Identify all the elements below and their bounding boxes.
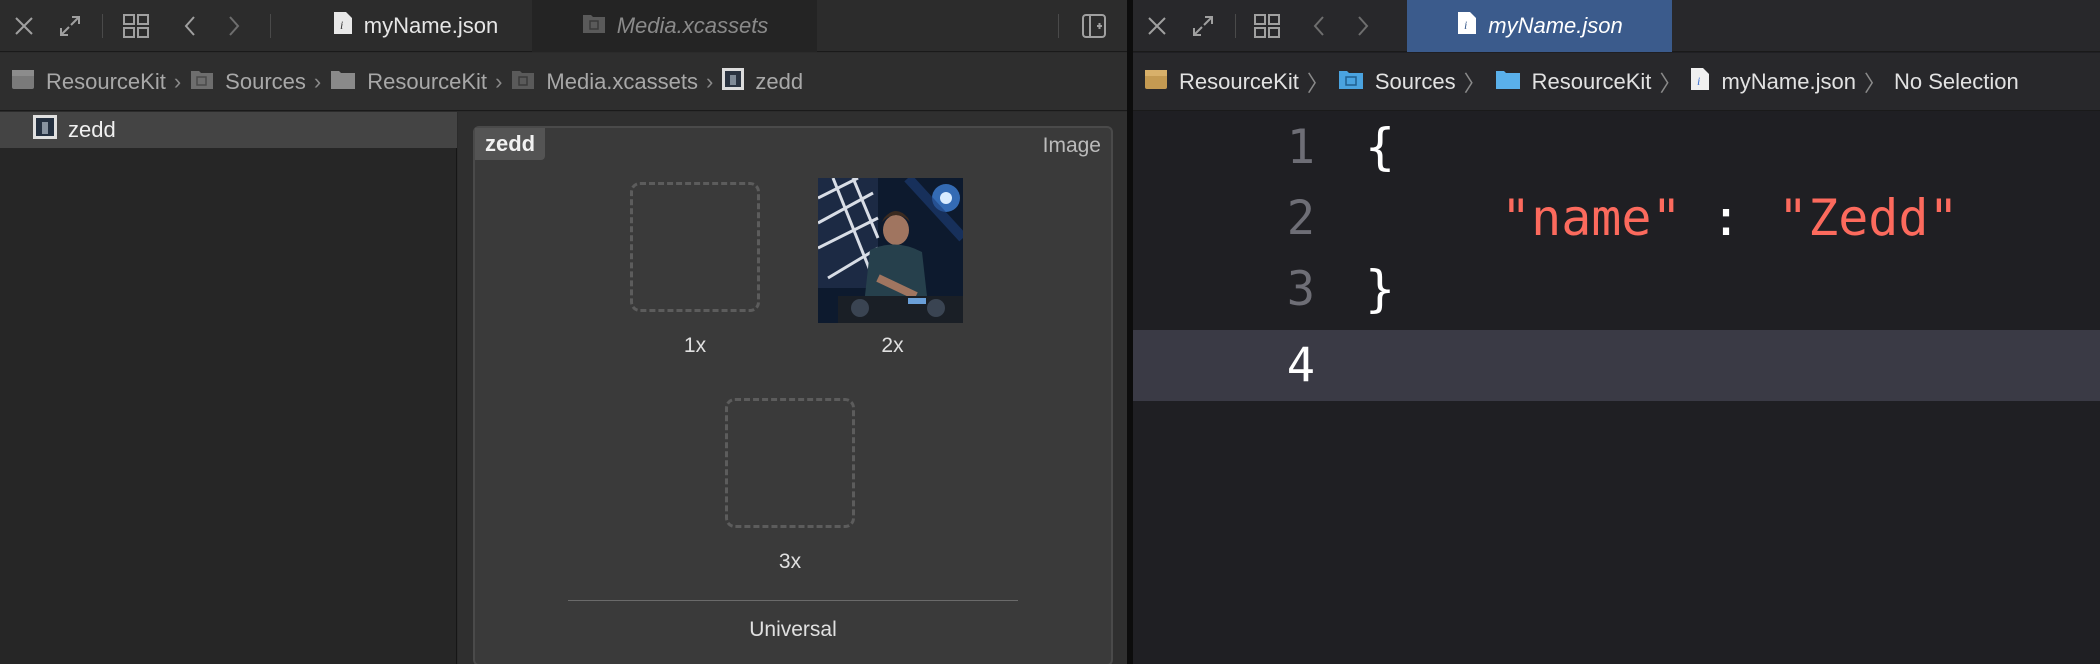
json-colon: :	[1711, 189, 1742, 247]
breadcrumb-label: ResourceKit	[1531, 68, 1652, 94]
breadcrumb-label: zedd	[755, 68, 804, 94]
expand-icon[interactable]	[1187, 10, 1219, 42]
breadcrumb-resourcekit-folder[interactable]: ResourceKit	[329, 67, 487, 97]
json-key: "name"	[1501, 189, 1682, 247]
breadcrumb-label: ResourceKit	[46, 68, 166, 94]
chevron-forward-icon[interactable]	[218, 10, 250, 42]
tab-label: Media.xcassets	[616, 13, 769, 38]
left-tab-bar: i myName.json Media.xcassets	[0, 0, 1127, 52]
breadcrumb-label: myName.json	[1721, 68, 1856, 94]
related-items-grid-icon[interactable]	[1251, 10, 1283, 42]
asset-list-sidebar: zedd	[0, 112, 457, 664]
chevron-right-icon: 〉	[1659, 70, 1682, 96]
image-set-panel: zedd Image 1x 2x 3x Universal	[473, 126, 1113, 664]
chevron-right-icon: ›	[313, 68, 322, 94]
breadcrumb-sources[interactable]: Sources	[1337, 67, 1456, 97]
image-set-type-label: Image	[1042, 134, 1101, 157]
line-number: 2	[1286, 191, 1315, 246]
code-text: {	[1365, 118, 1396, 176]
universal-divider	[568, 600, 1018, 601]
image-set-name[interactable]: zedd	[475, 128, 546, 160]
breadcrumb-no-selection[interactable]: No Selection	[1894, 69, 2019, 95]
breadcrumb-resourcekit-project[interactable]: ResourceKit	[1143, 67, 1299, 97]
left-jump-bar: ResourceKit › Sources › ResourceKit › Me…	[0, 53, 1127, 111]
breadcrumb-label: ResourceKit	[1179, 68, 1299, 94]
folder-group-icon	[189, 67, 215, 97]
breadcrumb-resourcekit-project[interactable]: ResourceKit	[10, 67, 166, 97]
folder-group-icon	[1337, 67, 1365, 97]
line-number: 3	[1286, 262, 1315, 317]
chevron-right-icon: 〉	[1863, 70, 1886, 96]
breadcrumb-media-xcassets[interactable]: Media.xcassets	[510, 67, 698, 97]
svg-text:i: i	[1697, 74, 1700, 88]
asset-list-item-label: zedd	[68, 117, 116, 142]
json-file-icon: i	[332, 10, 354, 42]
chevron-back-icon[interactable]	[1303, 10, 1335, 42]
breadcrumb-label: ResourceKit	[367, 68, 488, 94]
folder-icon	[329, 67, 357, 97]
chevron-right-icon: ›	[495, 68, 503, 94]
svg-text:i: i	[1464, 18, 1467, 32]
line-number: 1	[1286, 120, 1315, 175]
code-line-4-current: 4	[1133, 330, 2100, 401]
json-file-icon: i	[1689, 66, 1711, 98]
breadcrumb-label: Sources	[225, 68, 306, 94]
tab-label: myName.json	[1488, 13, 1623, 38]
chevron-right-icon: ›	[173, 68, 182, 94]
left-editor-pane: i myName.json Media.xcassets ResourceKit…	[0, 0, 1127, 664]
code-line-2: 2 "name" : "Zedd"	[1133, 183, 2100, 254]
folder-icon	[1494, 67, 1522, 97]
chevron-right-icon: 〉	[1463, 70, 1486, 96]
right-tab-bar: i myName.json	[1133, 0, 2100, 52]
breadcrumb-label: Media.xcassets	[546, 68, 699, 94]
code-line-3: 3 }	[1133, 254, 2100, 325]
chevron-right-icon: 〉	[1306, 70, 1329, 96]
project-icon	[10, 67, 36, 97]
image-set-icon	[721, 67, 745, 97]
breadcrumb-zedd[interactable]: zedd	[721, 67, 803, 97]
xcode-window: i myName.json Media.xcassets ResourceKit…	[0, 0, 2100, 664]
tab-label: myName.json	[363, 13, 499, 38]
slot-2x-label: 2x	[881, 334, 904, 357]
breadcrumb-myname-json[interactable]: i myName.json	[1689, 66, 1856, 98]
tab-myname-json-active[interactable]: i myName.json	[1407, 0, 1672, 52]
json-file-icon: i	[1456, 10, 1478, 42]
slot-2x-image-thumbnail[interactable]	[818, 178, 963, 323]
add-editor-icon[interactable]	[1078, 10, 1110, 42]
asset-catalog-icon	[510, 67, 536, 97]
right-editor-pane: i myName.json ResourceKit 〉 Sources 〉 Re…	[1133, 0, 2100, 664]
source-code-editor[interactable]: 1 { 2 "name" : "Zedd" 3 } 4	[1133, 112, 2100, 664]
json-value: "Zedd"	[1778, 189, 1959, 247]
code-line-1: 1 {	[1133, 112, 2100, 183]
slot-3x-label: 3x	[778, 550, 802, 573]
related-items-grid-icon[interactable]	[120, 10, 152, 42]
breadcrumb-resourcekit-folder[interactable]: ResourceKit	[1494, 67, 1652, 97]
chevron-back-icon[interactable]	[174, 10, 206, 42]
svg-text:i: i	[340, 18, 343, 32]
expand-icon[interactable]	[54, 10, 86, 42]
breadcrumb-sources[interactable]: Sources	[189, 67, 306, 97]
line-number: 4	[1286, 338, 1315, 393]
chevron-right-icon: ›	[706, 68, 714, 94]
tab-myname-json[interactable]: i myName.json	[300, 0, 530, 52]
breadcrumb-label: No Selection	[1893, 68, 2019, 94]
slot-3x-drop-well[interactable]	[725, 398, 855, 528]
right-jump-bar: ResourceKit 〉 Sources 〉 ResourceKit 〉 i …	[1133, 53, 2100, 111]
dj-photo-image	[818, 178, 963, 323]
asset-catalog-icon	[581, 11, 607, 41]
tab-media-xcassets[interactable]: Media.xcassets	[532, 0, 817, 52]
slot-1x-label: 1x	[683, 334, 707, 357]
breadcrumb-label: Sources	[1374, 68, 1456, 94]
image-set-editor: zedd Image 1x 2x 3x Universal	[458, 112, 1127, 664]
close-editor-icon[interactable]	[8, 10, 40, 42]
close-editor-icon[interactable]	[1141, 10, 1173, 42]
universal-group-label: Universal	[749, 618, 837, 641]
code-text: }	[1365, 260, 1396, 318]
chevron-forward-icon[interactable]	[1347, 10, 1379, 42]
image-set-icon	[32, 114, 58, 146]
asset-list-item-zedd[interactable]: zedd	[0, 112, 457, 148]
slot-1x-drop-well[interactable]	[630, 182, 760, 312]
project-icon	[1143, 67, 1169, 97]
